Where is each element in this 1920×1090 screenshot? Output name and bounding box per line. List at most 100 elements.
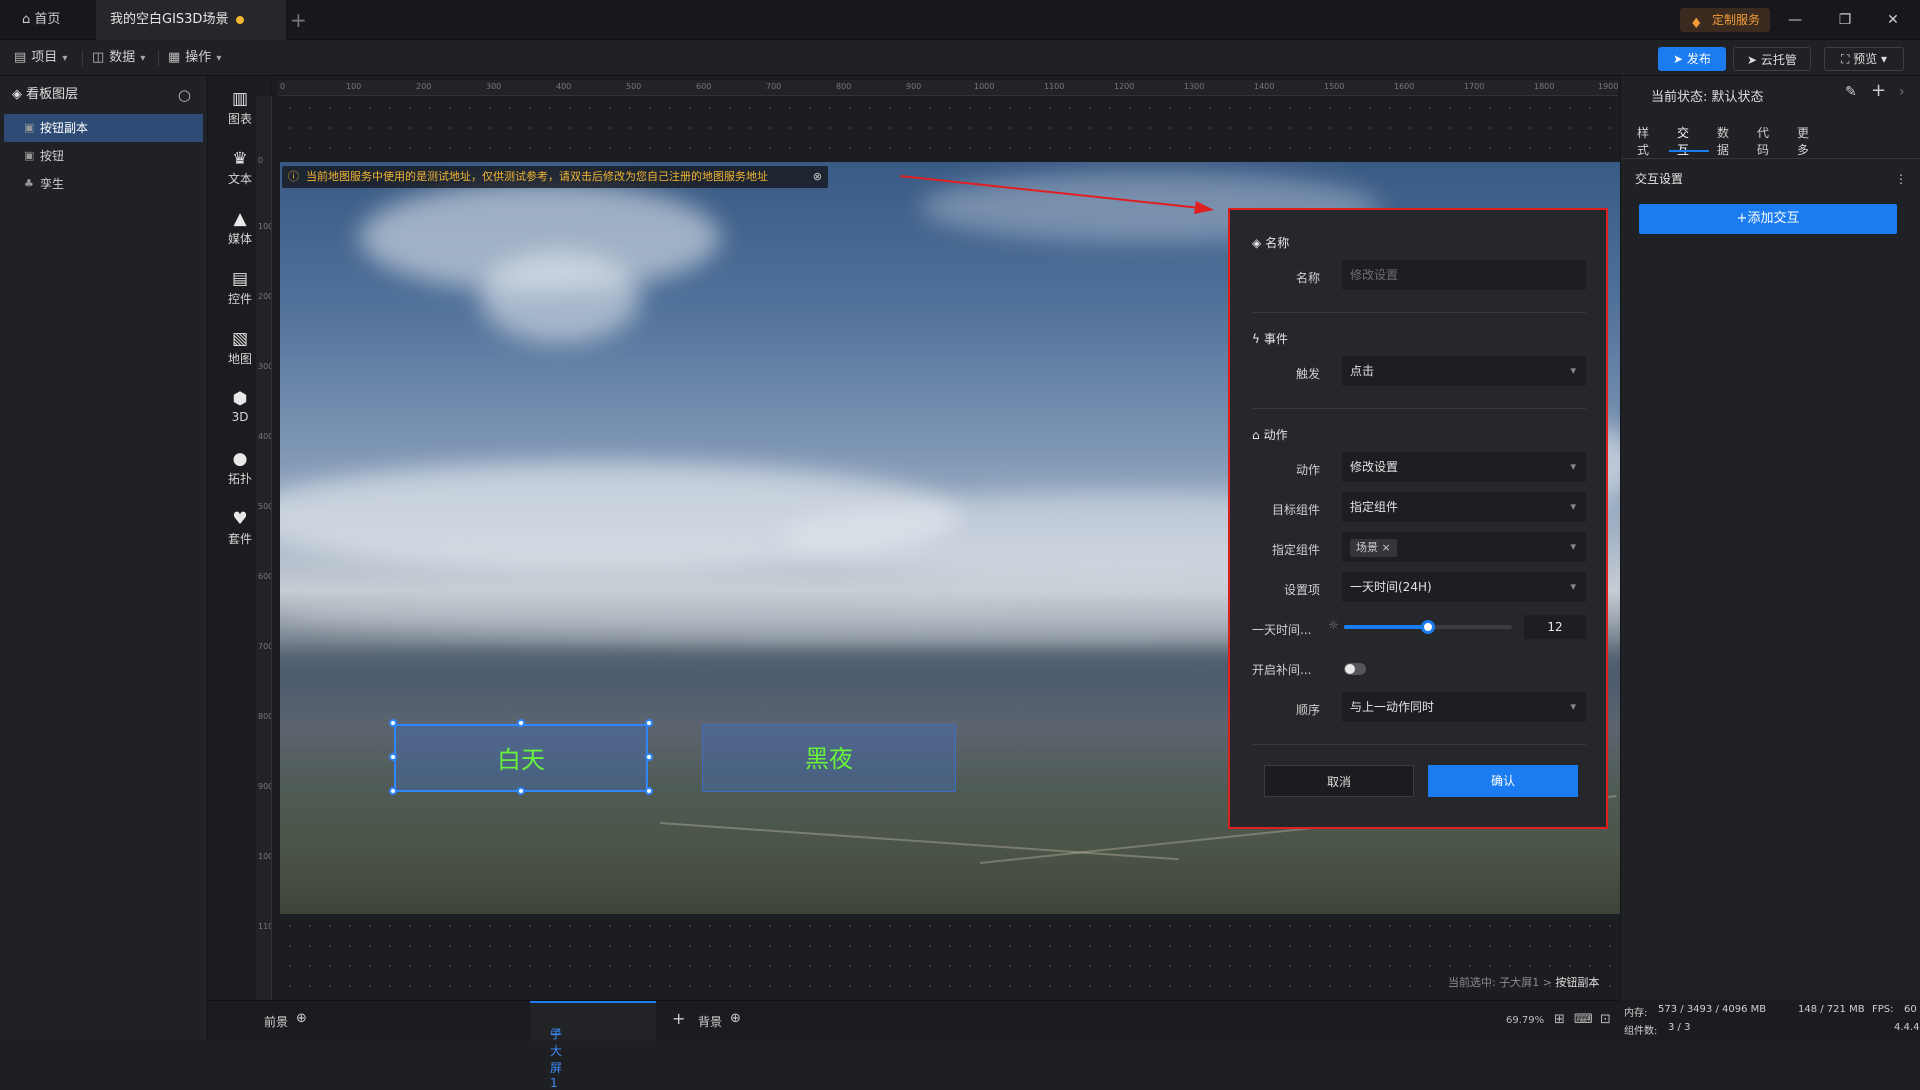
specified-label: 指定组件: [1271, 543, 1320, 557]
target-select[interactable]: 指定组件 ▾: [1342, 492, 1586, 522]
selection-path-prefix: 当前选中: 子大屏1 >: [1448, 976, 1556, 989]
tab-style[interactable]: 样式: [1637, 124, 1649, 158]
ruler-tick: 1300: [1184, 82, 1205, 91]
tab-scene-label: 我的空白GIS3D场景: [110, 12, 229, 27]
state-label: 当前状态:: [1651, 90, 1712, 105]
lightning-icon: ϟ: [1252, 332, 1260, 346]
diamond-icon: ◈: [1252, 236, 1262, 250]
tab-scene[interactable]: 我的空白GIS3D场景: [96, 0, 286, 40]
search-icon[interactable]: ○: [178, 76, 191, 114]
more-vertical-icon[interactable]: ⋮: [1895, 164, 1907, 194]
name-input[interactable]: 修改设置: [1342, 260, 1586, 290]
setting-label: 设置项: [1283, 583, 1320, 597]
custom-service-button[interactable]: ♦ 定制服务: [1680, 8, 1771, 32]
publish-button[interactable]: ➤ 发布: [1658, 47, 1726, 71]
fit-screen-icon[interactable]: ⊞: [1554, 1012, 1565, 1027]
chevron-down-icon: ▾: [140, 53, 146, 64]
time-slider[interactable]: [1344, 620, 1512, 634]
cloud-hosting-button[interactable]: ➤ 云托管: [1733, 47, 1811, 71]
resize-handle[interactable]: [645, 753, 653, 761]
resize-handle[interactable]: [389, 787, 397, 795]
time-number-input[interactable]: 12: [1524, 615, 1586, 639]
tab-data[interactable]: 数据: [1717, 124, 1729, 158]
edit-icon[interactable]: ✎: [1845, 84, 1857, 100]
order-value: 与上一动作同时: [1350, 700, 1435, 714]
component-label: 拓扑: [227, 472, 252, 486]
resize-handle[interactable]: [517, 787, 525, 795]
scene-tag[interactable]: 场景 ×: [1350, 539, 1397, 557]
background-tab[interactable]: 背景: [698, 1013, 722, 1030]
trigger-select[interactable]: 点击 ▾: [1342, 356, 1586, 386]
section-name-label: 名称: [1265, 236, 1290, 250]
ruler-tick: 1000: [258, 852, 271, 861]
tab-code[interactable]: 代码: [1757, 124, 1769, 158]
custom-service-label: 定制服务: [1712, 13, 1761, 27]
day-button[interactable]: 白天: [394, 724, 648, 792]
time-label: 一天时间...: [1252, 623, 1312, 637]
target-value: 指定组件: [1350, 500, 1399, 514]
ruler-tick: 900: [906, 82, 922, 91]
add-interaction-button[interactable]: +添加交互: [1639, 204, 1897, 234]
cloud: [480, 252, 640, 342]
resize-handle[interactable]: [389, 753, 397, 761]
resize-handle[interactable]: [645, 719, 653, 727]
resize-handle[interactable]: [389, 719, 397, 727]
resize-handle[interactable]: [517, 719, 525, 727]
add-tab-button[interactable]: +: [276, 0, 307, 40]
add-icon[interactable]: +: [1871, 80, 1886, 101]
cancel-button[interactable]: 取消: [1264, 765, 1414, 797]
confirm-button[interactable]: 确认: [1428, 765, 1578, 797]
diamond-icon: ♦: [1690, 16, 1703, 32]
warning-icon: ⓘ: [288, 170, 299, 183]
close-icon[interactable]: ×: [1382, 541, 1391, 554]
action-select[interactable]: 修改设置 ▾: [1342, 452, 1586, 482]
terminal-icon[interactable]: ⊡: [1600, 1012, 1611, 1027]
memory-extra: 148 / 721 MB: [1798, 1004, 1865, 1015]
components-label: 组件数:: [1624, 1026, 1658, 1037]
chevron-right-icon[interactable]: ›: [1899, 84, 1905, 100]
menu-data[interactable]: ◫ 数据 ▾: [92, 40, 145, 76]
zoom-level[interactable]: 69.79%: [1506, 1015, 1544, 1026]
separator: [158, 50, 159, 66]
time-slider-knob[interactable]: [1421, 620, 1435, 634]
keyboard-icon[interactable]: ⌨: [1574, 1012, 1593, 1027]
restore-icon[interactable]: ❐: [1830, 8, 1860, 32]
tab-home[interactable]: ⌂ 首页: [8, 0, 92, 40]
layer-item[interactable]: ▣ 按钮: [0, 142, 207, 170]
unsaved-dot-icon: [236, 15, 245, 24]
foreground-tab[interactable]: 前景: [264, 1013, 288, 1030]
specified-select[interactable]: 场景 × ▾: [1342, 532, 1586, 562]
close-icon[interactable]: ⊗: [813, 166, 822, 188]
component-label: 3D: [231, 410, 249, 424]
tab-more[interactable]: 更多: [1797, 124, 1809, 158]
layer-panel-header: ◈ 看板图层 ○: [0, 76, 207, 114]
add-screen-icon[interactable]: +: [672, 1009, 685, 1028]
chevron-down-icon: ▾: [1570, 540, 1576, 553]
tab-interaction[interactable]: 交互: [1677, 124, 1689, 158]
minimize-icon[interactable]: —: [1780, 8, 1810, 32]
setting-select[interactable]: 一天时间(24H) ▾: [1342, 572, 1586, 602]
night-button[interactable]: 黑夜: [702, 724, 956, 792]
ruler-tick: 1400: [1254, 82, 1275, 91]
tween-toggle[interactable]: [1344, 663, 1366, 675]
close-icon[interactable]: ✕: [1878, 8, 1908, 32]
layer-item[interactable]: ▣ 按钮副本: [4, 114, 203, 142]
add-circle-icon[interactable]: ⊕: [296, 1011, 307, 1026]
menu-operate[interactable]: ▦ 操作 ▾: [168, 40, 221, 76]
resize-handle[interactable]: [645, 787, 653, 795]
ruler-tick: 1200: [1114, 82, 1135, 91]
night-button-label: 黑夜: [805, 745, 853, 773]
ruler-tick: 400: [258, 432, 272, 441]
ruler-tick: 800: [258, 712, 272, 721]
divider: [1252, 408, 1586, 409]
order-select[interactable]: 与上一动作同时 ▾: [1342, 692, 1586, 722]
toolbar: ▤ 项目 ▾ ◫ 数据 ▾ ▦ 操作 ▾ ➤ 发布 ➤ 云托管 ⛶ 预览 ▾: [0, 40, 1920, 76]
ruler-tick: 0: [280, 82, 286, 91]
preview-button[interactable]: ⛶ 预览 ▾: [1824, 47, 1904, 71]
chevron-down-icon: ▾: [1570, 700, 1576, 713]
layer-item[interactable]: ♣ 孪生: [0, 170, 207, 198]
screen-tab[interactable]: ▭ 子大屏1: [530, 1001, 656, 1090]
day-button-label: 白天: [497, 746, 545, 774]
menu-project[interactable]: ▤ 项目 ▾: [14, 40, 67, 76]
add-circle-icon[interactable]: ⊕: [730, 1011, 741, 1026]
